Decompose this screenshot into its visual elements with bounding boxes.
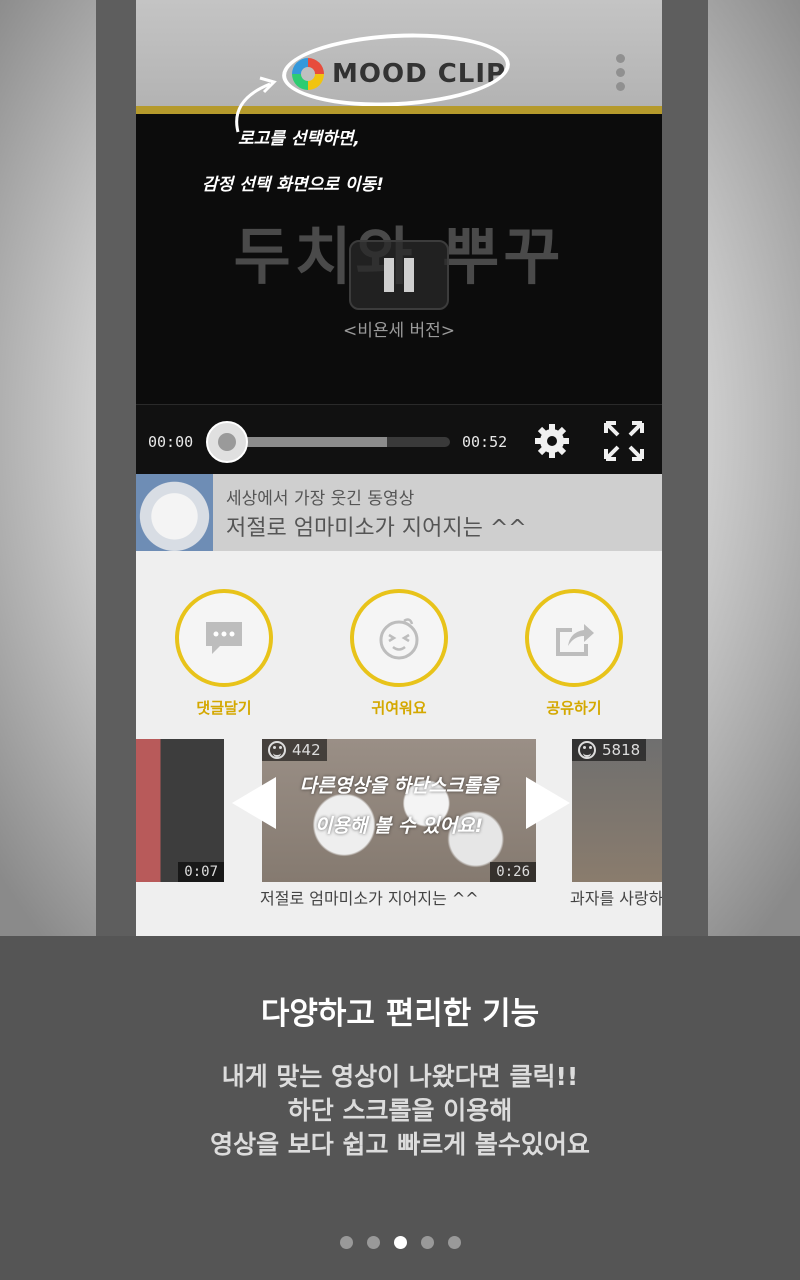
header-divider bbox=[136, 106, 662, 114]
scroll-hint-line2: 이용해 볼 수 있어요! bbox=[314, 815, 484, 837]
video-player[interactable]: 두치와 뿌꾸 <비욘세 버전> 00:00 00:52 bbox=[136, 114, 662, 474]
gear-icon[interactable] bbox=[532, 421, 572, 461]
cute-label: 귀여워요 bbox=[371, 699, 427, 717]
video-category: 세상에서 가장 웃긴 동영상 bbox=[226, 489, 415, 509]
phone-screenshot: MOOD CLIP 두치와 뿌꾸 <비욘세 버전> 00:00 00:52 세상… bbox=[136, 0, 662, 936]
card-views: 442 bbox=[262, 739, 327, 761]
video-description: 저절로 엄마미소가 지어지는 ^^ bbox=[226, 516, 527, 541]
duration-time: 00:52 bbox=[462, 433, 508, 451]
share-button[interactable]: 공유하기 bbox=[524, 589, 624, 718]
page-indicator bbox=[0, 1236, 800, 1249]
video-info-bar[interactable]: 세상에서 가장 웃긴 동영상 저절로 엄마미소가 지어지는 ^^ bbox=[136, 474, 662, 551]
next-page-preview bbox=[662, 0, 708, 936]
logo-hint-line1: 로고를 선택하면, bbox=[238, 129, 360, 149]
smile-icon bbox=[578, 741, 596, 759]
overflow-menu-icon[interactable] bbox=[612, 54, 628, 94]
card-duration: 0:07 bbox=[178, 862, 224, 882]
fullscreen-icon[interactable] bbox=[602, 419, 646, 463]
feature-title: 다양하고 편리한 기능 bbox=[260, 996, 540, 1032]
logo-hint-line2: 감정 선택 화면으로 이동! bbox=[202, 175, 384, 195]
action-buttons: 댓글달기 귀여워요 공유하기 bbox=[136, 551, 662, 723]
player-controls: 00:00 00:52 bbox=[136, 404, 662, 474]
card-caption: 저절로 엄마미소가 지어지는 ^^ bbox=[260, 889, 479, 908]
seek-bar[interactable] bbox=[226, 437, 450, 447]
feature-description: 내게 맞는 영상이 나왔다면 클릭!! 하단 스크롤을 이용해 영상을 보다 쉽… bbox=[210, 1062, 590, 1159]
related-videos-strip[interactable]: 0:07 442 0:26 5818 저절로 엄마미소가 지어지는 ^^ 과자를… bbox=[136, 723, 662, 936]
page-dot[interactable] bbox=[420, 1236, 434, 1249]
pause-button[interactable] bbox=[349, 240, 449, 310]
page-dot[interactable] bbox=[366, 1236, 380, 1249]
video-subtitle-card: <비욘세 버전> bbox=[342, 321, 456, 341]
cute-button[interactable]: 귀여워요 bbox=[349, 589, 449, 718]
card-duration: 0:26 bbox=[490, 862, 536, 882]
card-caption: 과자를 사랑하 bbox=[570, 889, 662, 908]
onboarding-caption-panel: 다양하고 편리한 기능 내게 맞는 영상이 나왔다면 클릭!! 하단 스크롤을 … bbox=[0, 936, 800, 1280]
video-thumbnail bbox=[136, 474, 213, 551]
cute-face-icon bbox=[379, 618, 419, 660]
share-icon bbox=[556, 624, 594, 656]
page-dot[interactable] bbox=[393, 1236, 407, 1249]
smile-icon bbox=[268, 741, 286, 759]
comment-label: 댓글달기 bbox=[196, 699, 252, 717]
share-label: 공유하기 bbox=[546, 699, 602, 717]
seek-handle[interactable] bbox=[206, 421, 248, 463]
card-views: 5818 bbox=[572, 739, 647, 761]
scroll-hint-line1: 다른영상을 하단스크롤을 bbox=[299, 775, 499, 797]
page-dot[interactable] bbox=[339, 1236, 353, 1249]
current-time: 00:00 bbox=[148, 433, 194, 451]
buffer-fill bbox=[226, 437, 388, 447]
comment-button[interactable]: 댓글달기 bbox=[174, 589, 274, 718]
previous-page-preview bbox=[96, 0, 136, 936]
logo-highlight-ellipse bbox=[280, 28, 512, 112]
comment-icon bbox=[206, 622, 242, 654]
page-dot[interactable] bbox=[447, 1236, 461, 1249]
app-header: MOOD CLIP bbox=[136, 0, 662, 112]
